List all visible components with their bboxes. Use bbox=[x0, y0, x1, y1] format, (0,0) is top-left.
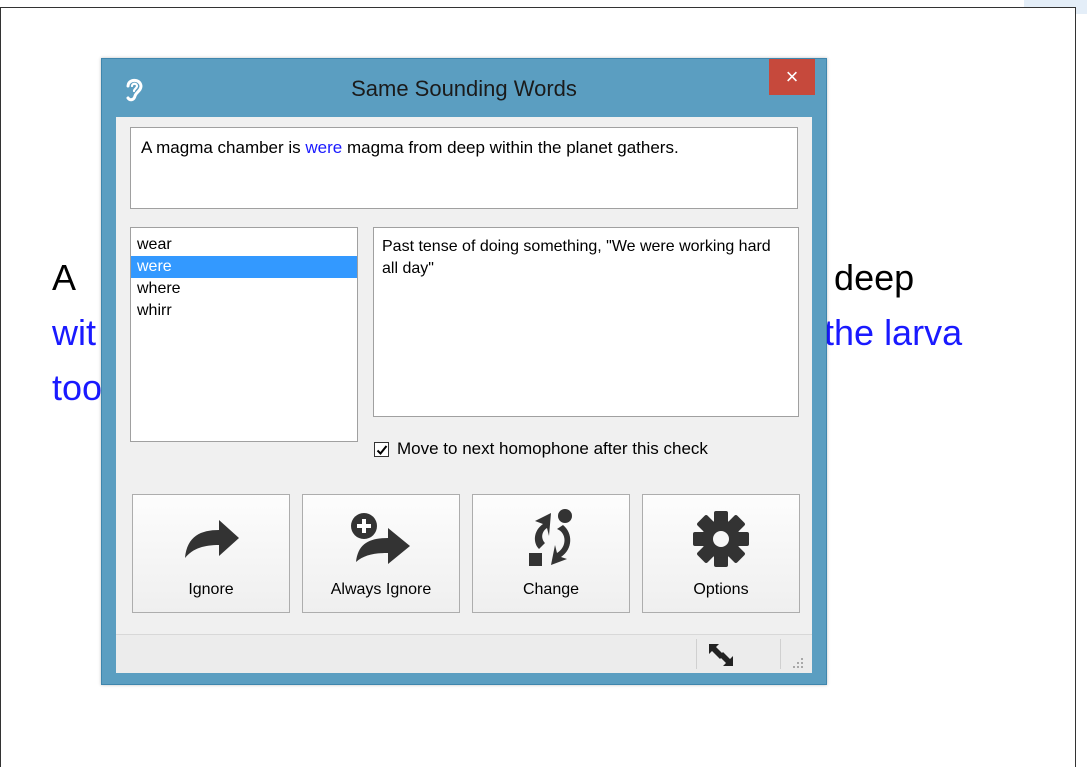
gear-icon bbox=[693, 511, 749, 567]
list-item-selected[interactable]: were bbox=[131, 256, 357, 278]
always-ignore-button-label: Always Ignore bbox=[330, 581, 432, 598]
sentence-highlighted-word: were bbox=[305, 138, 343, 157]
sentence-after: magma from deep within the planet gather… bbox=[342, 138, 679, 157]
status-bar bbox=[116, 634, 812, 673]
options-button-label: Options bbox=[693, 581, 749, 598]
close-button[interactable]: × bbox=[769, 59, 815, 95]
add-arrow-icon bbox=[351, 513, 410, 564]
always-ignore-button[interactable]: Always Ignore bbox=[302, 494, 460, 613]
same-sounding-words-dialog: Same Sounding Words × A magma chamber is… bbox=[101, 58, 827, 685]
ignore-button-label: Ignore bbox=[188, 581, 234, 598]
checkmark-icon bbox=[376, 444, 388, 455]
list-item[interactable]: where bbox=[131, 278, 357, 300]
dialog-body: A magma chamber is were magma from deep … bbox=[116, 117, 812, 673]
document-line-1-start: A bbox=[52, 257, 85, 298]
arrow-right-icon bbox=[185, 520, 239, 558]
move-next-checkbox[interactable] bbox=[374, 441, 389, 457]
dialog-title: Same Sounding Words bbox=[351, 76, 577, 101]
definition-box[interactable]: Past tense of doing something, "We were … bbox=[373, 227, 799, 417]
move-next-checkbox-row[interactable]: Move to next homophone after this check bbox=[374, 437, 708, 461]
change-arrows-icon bbox=[529, 509, 572, 566]
homophone-list[interactable]: wear were where whirr bbox=[130, 227, 358, 442]
grip-icon[interactable] bbox=[788, 653, 806, 671]
close-icon: × bbox=[785, 64, 799, 89]
list-item[interactable]: wear bbox=[131, 234, 357, 256]
ignore-button[interactable]: Ignore bbox=[132, 494, 290, 613]
document-line-3-start: too bbox=[52, 367, 103, 408]
list-item[interactable]: whirr bbox=[131, 300, 357, 322]
status-separator bbox=[780, 639, 781, 669]
options-button[interactable]: Options bbox=[642, 494, 800, 613]
sentence-box[interactable]: A magma chamber is were magma from deep … bbox=[130, 127, 798, 209]
document-line-2-start: wit bbox=[52, 312, 96, 353]
status-separator bbox=[696, 639, 697, 669]
move-next-checkbox-label: Move to next homophone after this check bbox=[397, 439, 708, 458]
sentence-before: A magma chamber is bbox=[141, 138, 306, 157]
change-button-label: Change bbox=[522, 581, 580, 598]
document-line-2-end-blue: the larva bbox=[824, 312, 963, 353]
resize-icon[interactable] bbox=[706, 641, 736, 669]
change-button[interactable]: Change bbox=[472, 494, 630, 613]
dialog-titlebar[interactable]: Same Sounding Words × bbox=[102, 59, 826, 117]
